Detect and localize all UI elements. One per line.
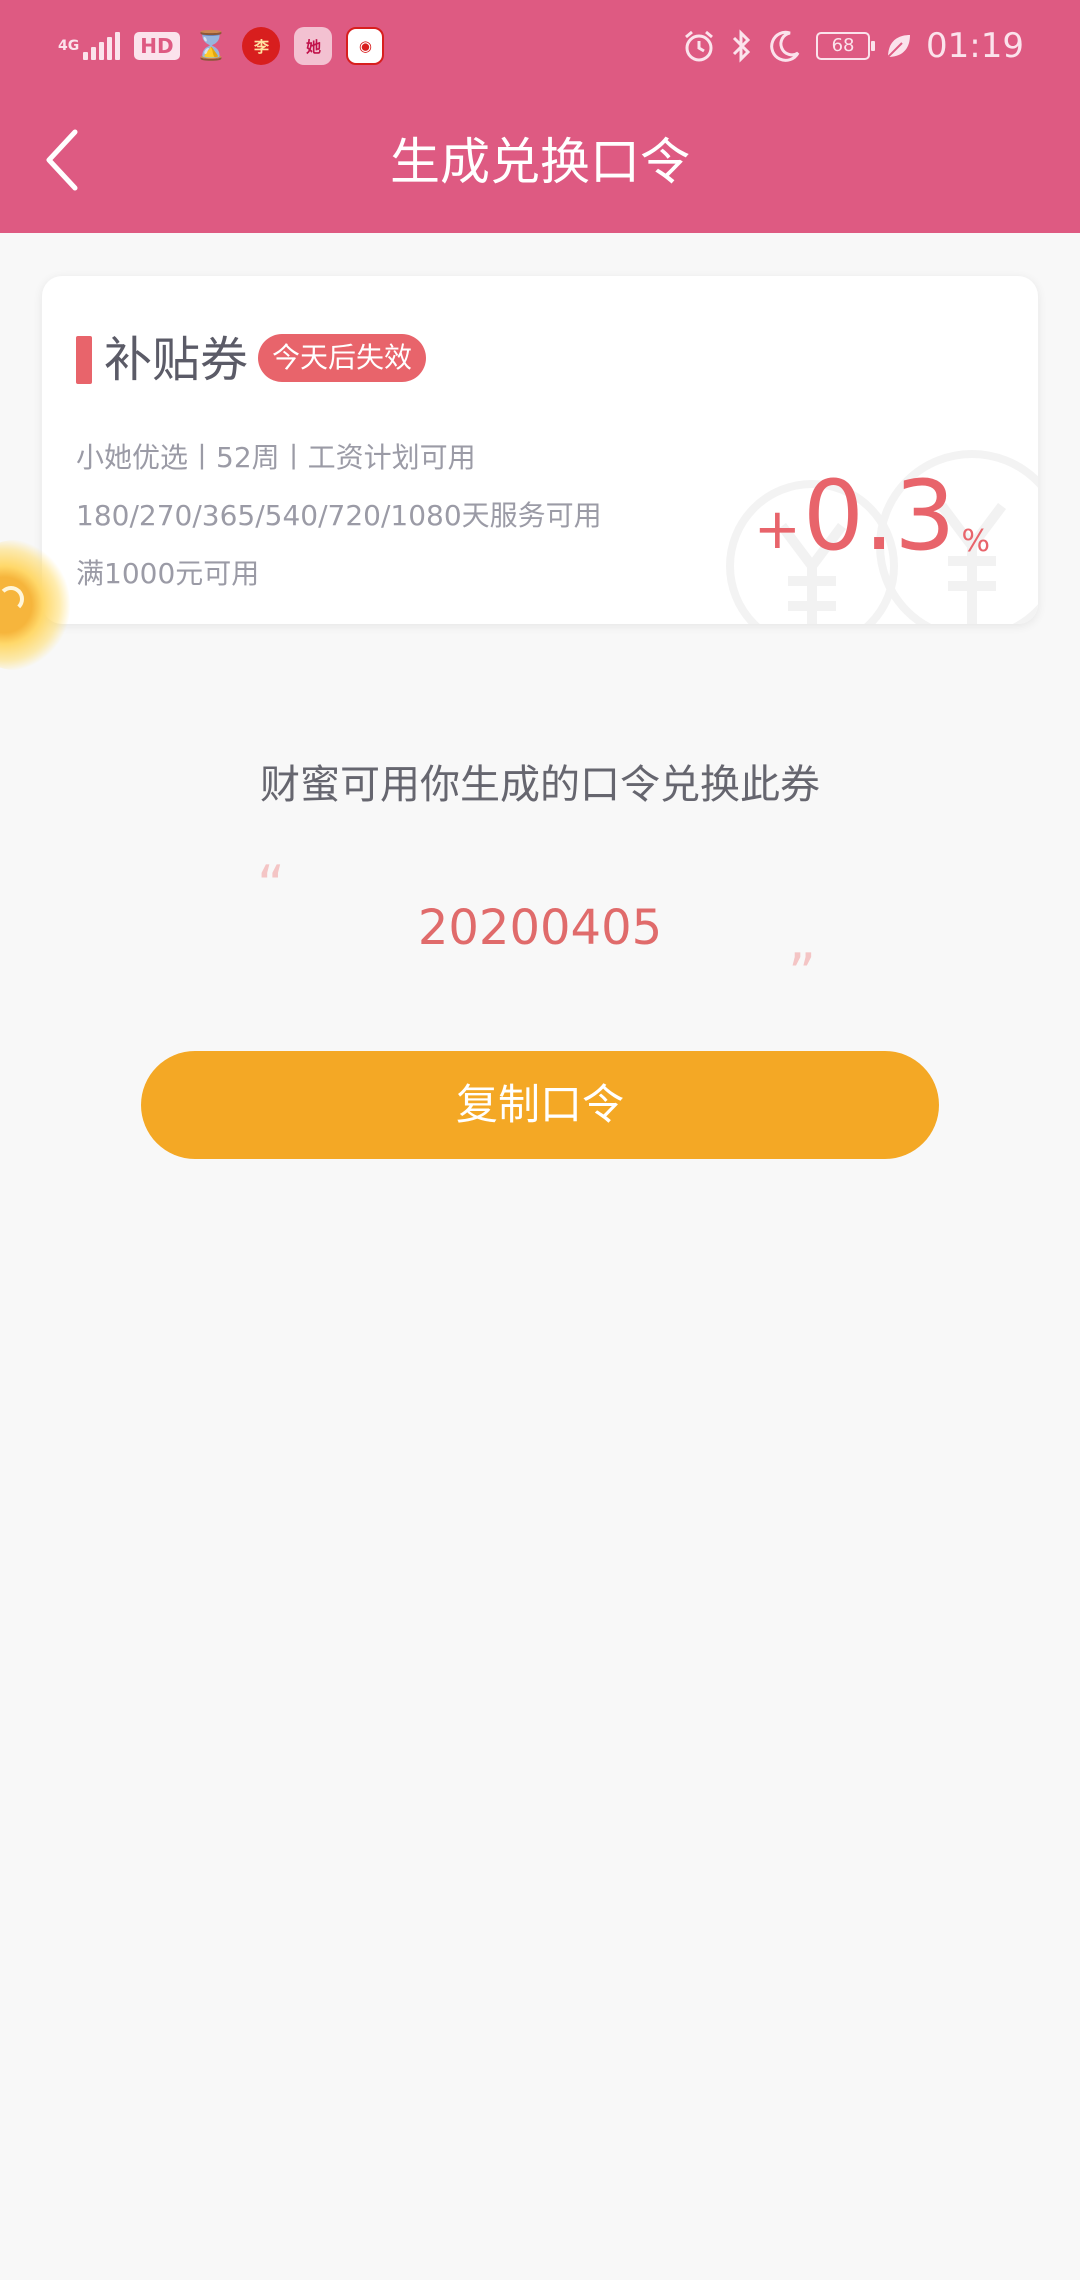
alarm-icon xyxy=(685,30,713,62)
coupon-min-amount-line: 满1000元可用 xyxy=(76,557,260,590)
copy-code-button[interactable]: 复制口令 xyxy=(141,1051,939,1159)
status-bar-right: 68 01:19 xyxy=(682,22,1024,70)
status-bar-left: 4G HD ⌛ 李 她 ◉ xyxy=(58,22,385,70)
coupon-card: 补贴券 今天后失效 小她优选丨52周丨工资计划可用 180/270/365/54… xyxy=(42,276,1038,624)
rate-sign: + xyxy=(753,497,801,562)
clock: 01:19 xyxy=(926,26,1024,66)
hourglass-icon: ⌛ xyxy=(193,29,229,62)
app-notification-icon: 李 xyxy=(242,27,281,65)
close-quote-icon: ” xyxy=(788,942,816,1005)
page-title: 生成兑换口令 xyxy=(390,133,690,191)
bubble-face-icon xyxy=(0,586,24,612)
app-notification-icon: ◉ xyxy=(346,27,385,65)
battery-icon: 68 xyxy=(816,32,876,60)
coupon-terms-line: 180/270/365/540/720/1080天服务可用 xyxy=(76,499,602,532)
network-type: 4G xyxy=(58,38,80,54)
bluetooth-icon xyxy=(732,29,751,63)
hd-icon: HD xyxy=(134,32,180,60)
instruction-text: 财蜜可用你生成的口令兑换此券 xyxy=(260,762,820,808)
header-bar: 4G HD ⌛ 李 她 ◉ 68 01:19 生成兑换口令 xyxy=(0,0,1080,233)
rate-unit: % xyxy=(961,524,990,559)
app-notification-icon: 她 xyxy=(294,27,333,65)
status-bar: 4G HD ⌛ 李 她 ◉ 68 01:19 xyxy=(0,0,1080,92)
coupon-name: 补贴券 xyxy=(104,332,249,388)
coupon-product-line: 小她优选丨52周丨工资计划可用 xyxy=(76,441,476,474)
subsidy-rate: + 0.3 % xyxy=(754,466,990,566)
signal-icon: 4G xyxy=(58,32,121,60)
coupon-accent-bar xyxy=(76,336,92,384)
leaf-icon xyxy=(887,35,911,58)
rate-value: 0.3 xyxy=(802,460,956,572)
moon-icon xyxy=(770,30,800,62)
expiry-badge: 今天后失效 xyxy=(258,334,427,382)
exchange-code: 20200405 xyxy=(417,900,663,956)
